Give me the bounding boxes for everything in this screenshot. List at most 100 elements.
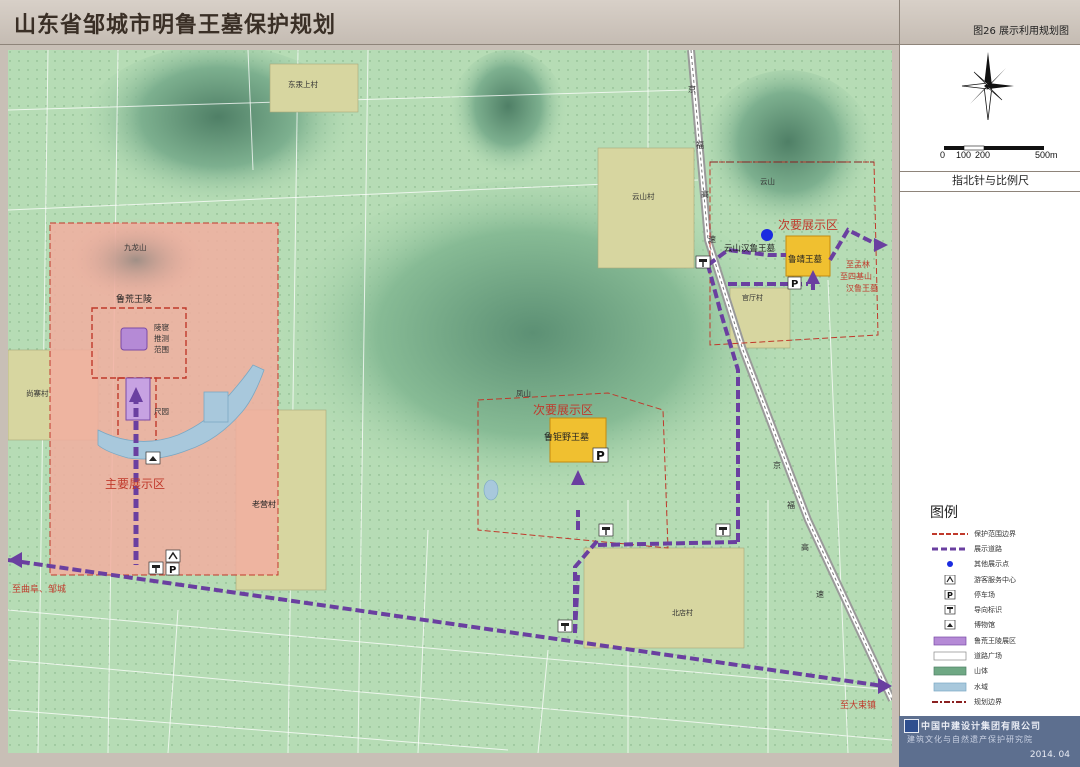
legend-label: 保护范围边界 <box>974 529 1016 538</box>
legend-label: 导向标识 <box>974 606 1002 615</box>
parking-icon-main: P <box>165 562 180 576</box>
label-dongxiang: 东汞上村 <box>288 79 318 89</box>
village-beidian <box>583 547 745 649</box>
other-display-point <box>761 229 773 241</box>
purple-dashed-line-icon <box>930 543 970 554</box>
svg-text:P: P <box>169 565 176 576</box>
jiulongshan-hill <box>66 218 206 302</box>
figure-title-bar: 图26 展示利用规划图 <box>900 0 1080 45</box>
legend-row: 规划边界 <box>930 694 1070 709</box>
institute-name: 建筑文化与自然遗产保护研究院 <box>907 735 1033 744</box>
signpost-icon <box>930 605 970 616</box>
rail-char-3: 高 <box>701 189 709 199</box>
legend-label: 游客服务中心 <box>974 575 1016 584</box>
scale-tick-0: 0 <box>940 150 945 160</box>
legend-label: 鲁荒王陵展区 <box>974 636 1016 645</box>
parking-icon: P <box>930 589 970 600</box>
service-center-icon <box>165 549 181 563</box>
blue-dot-icon <box>930 559 970 570</box>
label-lujing: 鲁靖王墓 <box>788 254 823 265</box>
north-arrow-icon <box>961 52 1014 121</box>
legend-label: 展示道路 <box>974 544 1002 553</box>
legend-row: 道路广场 <box>930 648 1070 663</box>
label-shangchi: 尚寨村 <box>26 388 49 398</box>
scale-tick-100: 100 <box>956 150 971 160</box>
compass-scale-box: 0 100 200 500m <box>900 44 1080 172</box>
village-yunshan <box>597 147 695 269</box>
museum-icon-main <box>145 451 161 465</box>
label-yunshan-village: 云山村 <box>632 191 655 201</box>
label-guanzhuang: 官厅村 <box>742 293 763 302</box>
scale-tick-200: 200 <box>975 150 990 160</box>
museum-icon <box>930 620 970 631</box>
small-pond <box>483 479 499 501</box>
parking-icon-ne: P <box>787 276 802 290</box>
label-yunshan: 云山 <box>760 176 775 186</box>
svg-text:P: P <box>947 591 953 600</box>
header-bar: 山东省邹城市明鲁王墓保护规划 <box>0 0 899 45</box>
red-dashed-line-icon <box>930 528 970 539</box>
legend-label: 规划边界 <box>974 697 1002 706</box>
label-beidian: 北店村 <box>672 608 693 617</box>
white-box-icon <box>930 651 970 662</box>
label-laoying: 老营村 <box>252 499 276 509</box>
company-name: 中国中建设计集团有限公司 <box>921 722 1042 732</box>
rail-char-4: 速 <box>708 235 716 244</box>
legend: 图例 保护范围边界 展示道路 其他展示点 游客服务中心 P 停车场 导向标识 博物… <box>930 502 1070 710</box>
label-main-zone: 主要展示区 <box>105 477 165 491</box>
label-menglin-2: 至四基山 <box>840 271 872 281</box>
legend-label: 其他展示点 <box>974 560 1009 569</box>
label-menglin-1: 至孟林 <box>846 259 870 269</box>
legend-row: 博物馆 <box>930 618 1070 633</box>
legend-row: 鲁荒王陵展区 <box>930 633 1070 648</box>
service-center-icon <box>930 574 970 585</box>
compass-svg: 0 100 200 500m <box>940 52 1058 160</box>
figure-label: 图26 展示利用规划图 <box>973 26 1069 37</box>
label-yunshan-han: 云山汉鲁王墓 <box>724 243 776 254</box>
legend-label: 道路广场 <box>974 652 1002 661</box>
legend-row: 导向标识 <box>930 602 1070 617</box>
purple-box-icon <box>930 635 970 646</box>
label-lingqin-2: 推测 <box>154 333 169 343</box>
signpost-icon-c1 <box>598 523 614 537</box>
water-swatch-icon <box>930 681 970 692</box>
legend-row: 游客服务中心 <box>930 572 1070 587</box>
parking-icon-c: P <box>592 447 609 463</box>
legend-label: 山体 <box>974 667 988 676</box>
dashdot-line-icon <box>930 696 970 707</box>
label-sec-zone-ne: 次要展示区 <box>778 218 838 232</box>
signpost-icon-ne <box>695 255 711 269</box>
company-logo-icon <box>904 719 919 733</box>
label-lingqin: 陵寝 <box>154 322 169 332</box>
legend-row: 水域 <box>930 679 1070 694</box>
label-sec-zone-center: 次要展示区 <box>533 403 593 417</box>
page-title: 山东省邹城市明鲁王墓保护规划 <box>14 13 337 38</box>
legend-label: 水域 <box>974 682 988 691</box>
legend-label: 博物馆 <box>974 621 995 630</box>
compass-caption: 指北针与比例尺 <box>900 171 1080 192</box>
rail-char-s3: 高 <box>801 542 809 552</box>
label-luhuang: 鲁荒王陵 <box>116 293 152 305</box>
scale-tick-500: 500m <box>1035 150 1058 160</box>
legend-row: 其他展示点 <box>930 557 1070 572</box>
svg-text:P: P <box>596 449 605 463</box>
label-menglin-3: 汉鲁王墓 <box>846 283 878 293</box>
signpost-icon-main <box>148 561 164 575</box>
lingqin-purple <box>120 327 148 351</box>
label-fengshan: 凤山 <box>516 388 531 398</box>
footer-credit: 中国中建设计集团有限公司 建筑文化与自然遗产保护研究院 2014. 04 <box>899 716 1080 767</box>
signpost-icon-c3 <box>715 523 731 537</box>
rail-char-s4: 速 <box>816 590 824 599</box>
signpost-icon-c2 <box>557 619 573 633</box>
n-mountain <box>448 50 568 190</box>
label-to-qufu: 至曲阜、邹城 <box>12 583 66 595</box>
svg-text:P: P <box>791 279 798 290</box>
label-to-dabao: 至大束镇 <box>840 699 876 711</box>
rail-char-2: 福 <box>696 141 704 150</box>
rail-char-s1: 京 <box>773 460 781 470</box>
legend-row: 保护范围边界 <box>930 526 1070 541</box>
central-mountain <box>273 180 793 520</box>
legend-row: 山体 <box>930 664 1070 679</box>
legend-title: 图例 <box>930 505 958 521</box>
label-jiulongshan: 九龙山 <box>124 242 147 252</box>
